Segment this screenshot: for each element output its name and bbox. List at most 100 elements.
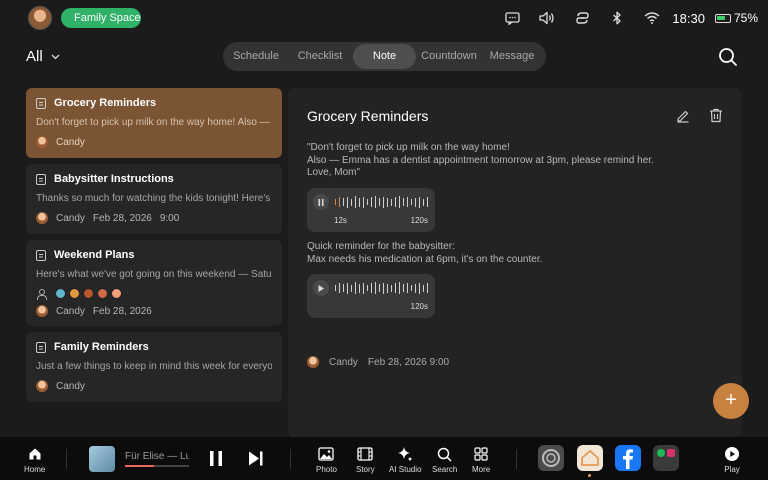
status-bar: Family Space 18:30 75%	[0, 0, 768, 36]
pause-button[interactable]	[208, 450, 224, 472]
dock-more[interactable]: More	[472, 446, 490, 474]
voice-message-2[interactable]: 120s	[307, 274, 435, 318]
dock-home[interactable]: Home	[24, 446, 45, 474]
note-date: Feb 28, 2026	[92, 305, 152, 317]
note-card-grocery[interactable]: Grocery Reminders Don't forget to pick u…	[26, 88, 282, 158]
waveform-bar	[363, 196, 364, 208]
waveform	[335, 196, 428, 208]
home-icon	[27, 446, 43, 462]
waveform-bar	[395, 197, 396, 207]
delete-button[interactable]	[709, 108, 723, 123]
play-button[interactable]	[313, 280, 329, 296]
running-indicator	[588, 474, 591, 477]
skip-next-icon	[249, 451, 263, 466]
pause-button[interactable]	[313, 194, 329, 210]
tab-note[interactable]: Note	[353, 44, 416, 69]
waveform-bar	[375, 196, 376, 208]
waveform-bar	[419, 282, 420, 294]
waveform-bar	[375, 282, 376, 294]
waveform-bar	[359, 283, 360, 293]
waveform-bar	[351, 198, 352, 206]
note-preview: Just a few things to keep in mind this w…	[36, 361, 272, 372]
link-icon[interactable]	[572, 8, 592, 28]
dock-label: AI Studio	[389, 465, 422, 474]
search-button[interactable]	[717, 46, 739, 68]
next-track-button[interactable]	[248, 450, 264, 472]
waveform-bar	[383, 282, 384, 294]
member-avatar	[83, 288, 94, 299]
note-body-1: "Don't forget to pick up milk on the way…	[307, 142, 654, 180]
waveform-bar	[391, 284, 392, 292]
note-title: Grocery Reminders	[54, 97, 157, 109]
tab-schedule[interactable]: Schedule	[225, 44, 287, 69]
dock-label: Home	[24, 465, 46, 474]
dock-photo[interactable]: Photo	[316, 446, 337, 474]
dock-story[interactable]: Story	[356, 446, 375, 474]
waveform-bar	[351, 284, 352, 292]
dock-ai-studio[interactable]: AI Studio	[389, 446, 421, 474]
waveform-bar	[371, 283, 372, 293]
waveform-bar	[347, 196, 348, 208]
note-line: Quick reminder for the babysitter:	[307, 241, 455, 252]
member-avatar	[69, 288, 80, 299]
volume-icon[interactable]	[537, 8, 557, 28]
dock-label: More	[472, 465, 491, 474]
waveform-bar	[407, 283, 408, 293]
facebook-app-icon[interactable]	[615, 445, 641, 471]
category-filter[interactable]: All	[26, 48, 60, 65]
battery-percent: 75%	[733, 11, 758, 25]
waveform-bar	[399, 196, 400, 208]
note-line: Also — Emma has a dentist appointment to…	[307, 154, 654, 166]
tab-message[interactable]: Message	[482, 44, 542, 69]
waveform-bar	[343, 198, 344, 206]
note-detail: Grocery Reminders "Don't forget to pick …	[288, 88, 742, 438]
edit-button[interactable]	[676, 109, 690, 123]
dock-play[interactable]: Play	[724, 446, 740, 474]
note-card-babysitter[interactable]: Babysitter Instructions Thanks so much f…	[26, 164, 282, 234]
note-card-weekend[interactable]: Weekend Plans Here's what we've got goin…	[26, 240, 282, 326]
sparkle-icon	[397, 446, 413, 462]
author-avatar	[36, 136, 48, 148]
waveform-bar	[411, 199, 412, 205]
note-line: Love, Mom"	[307, 167, 361, 178]
family-space-button[interactable]: Family Space	[61, 8, 141, 28]
waveform-bar	[395, 283, 396, 293]
battery-icon	[714, 13, 731, 23]
settings-app-icon[interactable]	[538, 445, 564, 471]
wifi-icon[interactable]	[642, 8, 662, 28]
waveform-bar	[387, 283, 388, 293]
note-list: Grocery Reminders Don't forget to pick u…	[26, 88, 282, 408]
album-art[interactable]	[89, 446, 115, 472]
tab-checklist[interactable]: Checklist	[287, 44, 353, 69]
note-card-family[interactable]: Family Reminders Just a few things to ke…	[26, 332, 282, 402]
member-avatar	[97, 288, 108, 299]
clock: 18:30	[672, 10, 705, 26]
waveform-bar	[379, 198, 380, 206]
author-avatar	[36, 305, 48, 317]
waveform-bar	[403, 198, 404, 206]
voice-message-1[interactable]: 12s 120s	[307, 188, 435, 232]
grid-icon	[473, 446, 489, 462]
track-progress[interactable]	[125, 465, 189, 467]
tab-countdown[interactable]: Countdown	[416, 44, 482, 69]
waveform-bar	[415, 197, 416, 207]
app-folder-icon[interactable]	[653, 445, 679, 471]
waveform-bar	[339, 197, 340, 207]
pause-icon	[210, 451, 222, 466]
note-author: Candy	[56, 212, 85, 224]
author-avatar	[36, 212, 48, 224]
dock-search[interactable]: Search	[432, 446, 457, 474]
bluetooth-icon[interactable]	[607, 8, 627, 28]
waveform-bar	[343, 284, 344, 292]
note-body-2: Quick reminder for the babysitter: Max n…	[307, 241, 542, 266]
home-app-icon[interactable]	[577, 445, 603, 471]
note-icon	[36, 341, 46, 353]
waveform-bar	[387, 197, 388, 207]
trash-icon	[710, 108, 722, 123]
message-icon[interactable]	[502, 8, 522, 28]
user-avatar[interactable]	[28, 6, 52, 30]
add-note-button[interactable]: +	[713, 383, 749, 419]
track-title[interactable]: Für Elise — Ludwig van Beethoven	[125, 451, 189, 462]
waveform-bar	[339, 283, 340, 293]
waveform-bar	[363, 282, 364, 294]
